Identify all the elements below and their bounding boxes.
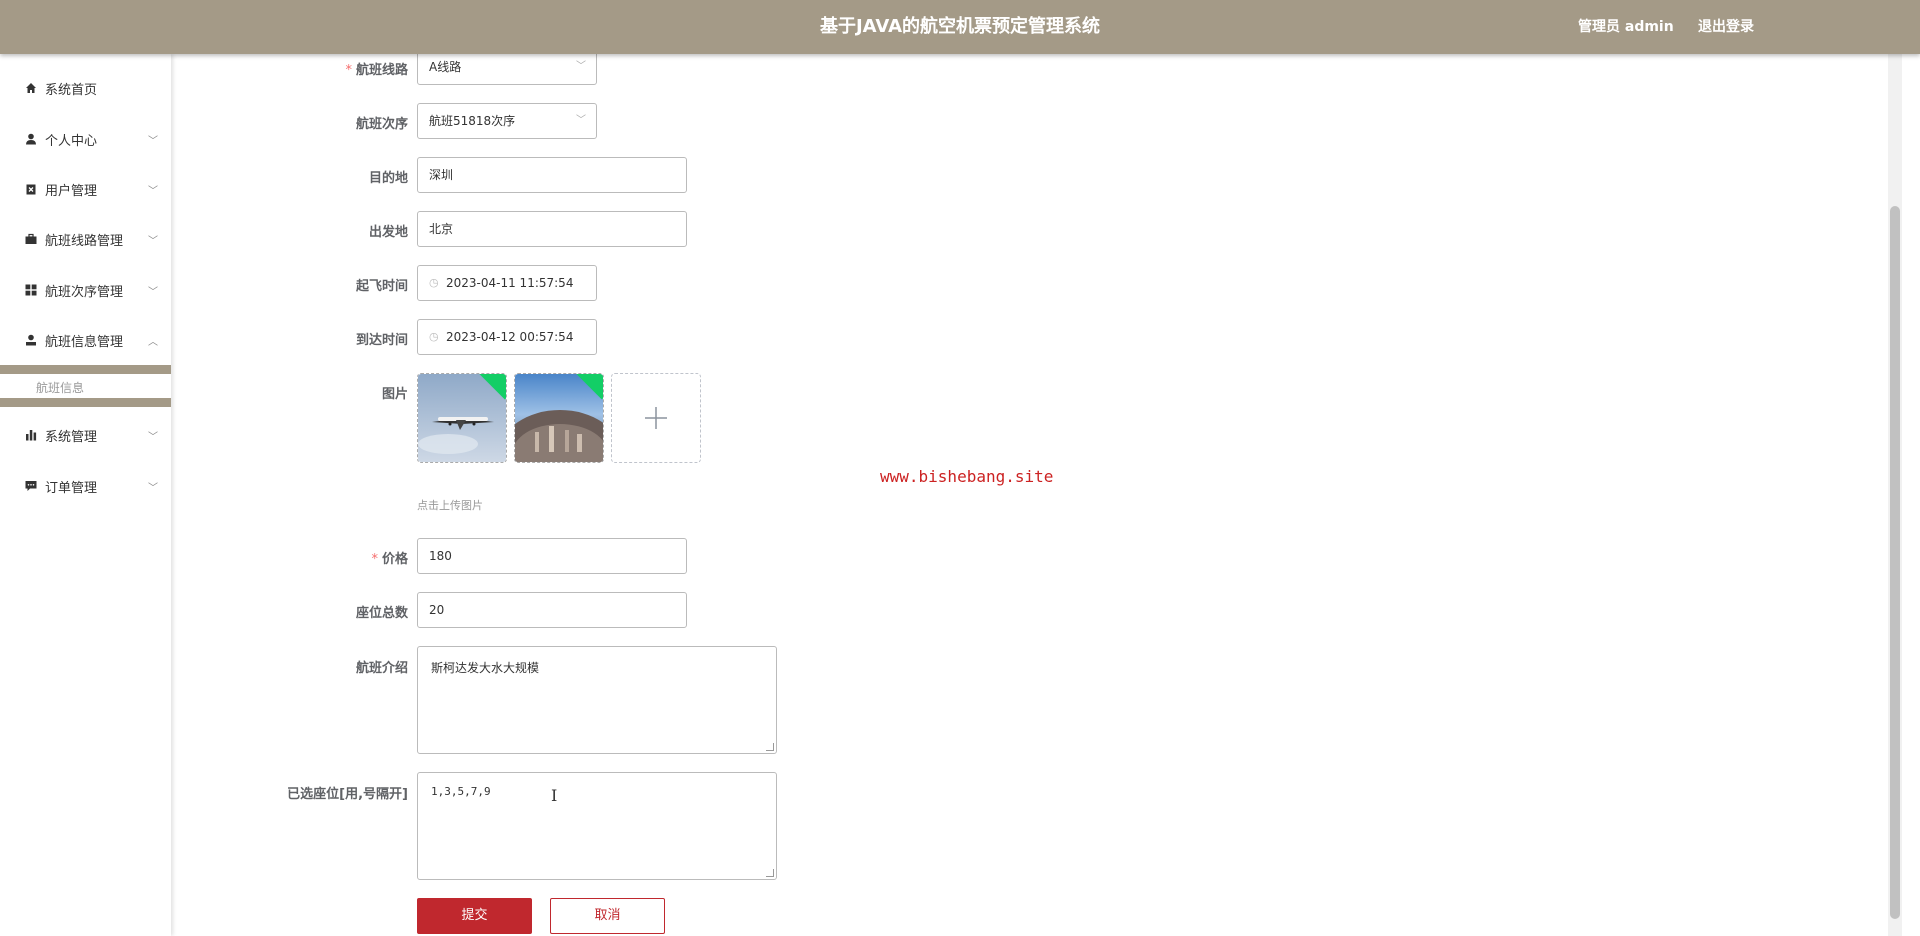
sidebar-item-label: 航班次序管理 bbox=[45, 284, 124, 300]
sidebar-item-routes[interactable]: 航班线路管理 ﹀ bbox=[0, 219, 171, 259]
sidebar: 系统首页 个人中心 ﹀ 用户管理 ﹀ 航班线路管理 ﹀ 航班次序管理 ﹀ 航班信… bbox=[0, 54, 171, 936]
required-mark: * bbox=[371, 552, 378, 567]
selected-seats-label: 已选座位[用,号隔开] bbox=[287, 787, 408, 802]
price-label: * 价格 bbox=[371, 552, 408, 567]
origin-input[interactable]: 北京 bbox=[417, 211, 687, 247]
intro-textarea[interactable]: 斯柯达发大水大规模 bbox=[417, 646, 777, 754]
grid-icon bbox=[25, 284, 37, 296]
scrollbar-thumb[interactable] bbox=[1890, 206, 1900, 919]
sidebar-item-label: 订单管理 bbox=[45, 480, 98, 496]
sidebar-item-label: 系统管理 bbox=[45, 429, 98, 445]
departure-datetime-input[interactable]: ◷ 2023-04-11 11:57:54 bbox=[417, 265, 597, 301]
submenu-divider bbox=[0, 365, 171, 374]
page-scrollbar[interactable] bbox=[1888, 54, 1902, 936]
sequence-label: 航班次序 bbox=[355, 117, 408, 132]
chevron-down-icon: ﹀ bbox=[576, 61, 586, 72]
submenu-item-label: 航班信息 bbox=[36, 381, 85, 395]
seats-label: 座位总数 bbox=[355, 606, 408, 621]
chevron-down-icon: ﹀ bbox=[148, 482, 158, 494]
chevron-down-icon: ﹀ bbox=[148, 135, 158, 147]
intro-value: 斯柯达发大水大规模 bbox=[431, 661, 540, 675]
sidebar-item-personal[interactable]: 个人中心 ﹀ bbox=[0, 119, 171, 159]
selected-seats-textarea[interactable]: 1,3,5,7,9 bbox=[417, 772, 777, 880]
sidebar-item-label: 系统首页 bbox=[45, 82, 98, 98]
plus-icon bbox=[645, 407, 667, 429]
chevron-down-icon: ﹀ bbox=[576, 115, 586, 126]
origin-label: 出发地 bbox=[368, 225, 408, 240]
sidebar-item-label: 航班线路管理 bbox=[45, 233, 124, 249]
price-input[interactable]: 180 bbox=[417, 538, 687, 574]
required-mark: * bbox=[345, 63, 352, 78]
submenu-item-flight-info[interactable]: 航班信息 bbox=[0, 375, 171, 398]
upload-hint: 点击上传图片 bbox=[417, 499, 483, 512]
route-label: * 航班线路 bbox=[345, 63, 408, 78]
departure-label: 起飞时间 bbox=[355, 279, 408, 294]
chevron-up-icon: ︿ bbox=[148, 336, 158, 348]
admin-user-label: 管理员 admin bbox=[1578, 19, 1674, 35]
resize-handle[interactable] bbox=[766, 869, 774, 877]
uploaded-image-city[interactable] bbox=[514, 373, 604, 463]
submenu-divider bbox=[0, 398, 171, 407]
chat-icon bbox=[25, 480, 37, 492]
logout-button[interactable]: 退出登录 bbox=[1698, 0, 1754, 54]
home-icon bbox=[25, 82, 37, 94]
text-cursor-icon: I bbox=[551, 786, 558, 805]
destination-label: 目的地 bbox=[368, 171, 408, 186]
user-info-icon bbox=[25, 334, 37, 346]
arrival-value: 2023-04-12 00:57:54 bbox=[446, 330, 574, 344]
clock-icon: ◷ bbox=[429, 330, 439, 343]
intro-label: 航班介绍 bbox=[355, 661, 408, 676]
briefcase-icon bbox=[25, 233, 37, 245]
uploaded-image-airplane[interactable] bbox=[417, 373, 507, 463]
departure-value: 2023-04-11 11:57:54 bbox=[446, 276, 574, 290]
top-header: 基于JAVA的航空机票预定管理系统 管理员 admin 退出登录 bbox=[0, 0, 1920, 54]
arrival-label: 到达时间 bbox=[355, 333, 408, 348]
chevron-down-icon: ﹀ bbox=[148, 286, 158, 298]
sequence-select[interactable]: 航班51818次序 ﹀ bbox=[417, 103, 597, 139]
sidebar-item-flight-info[interactable]: 航班信息管理 ︿ bbox=[0, 320, 171, 360]
route-select[interactable]: A线路 ﹀ bbox=[417, 49, 597, 85]
chevron-down-icon: ﹀ bbox=[148, 235, 158, 247]
arrival-datetime-input[interactable]: ◷ 2023-04-12 00:57:54 bbox=[417, 319, 597, 355]
destination-input[interactable]: 深圳 bbox=[417, 157, 687, 193]
watermark-url: www.bishebang.site bbox=[880, 467, 1054, 486]
sidebar-item-label: 航班信息管理 bbox=[45, 334, 124, 350]
clock-icon: ◷ bbox=[429, 276, 439, 289]
image-label: 图片 bbox=[381, 387, 408, 402]
bar-chart-icon bbox=[25, 429, 37, 441]
sidebar-item-label: 用户管理 bbox=[45, 183, 98, 199]
selected-seats-value: 1,3,5,7,9 bbox=[431, 785, 491, 798]
seats-input[interactable]: 20 bbox=[417, 592, 687, 628]
chevron-down-icon: ﹀ bbox=[148, 431, 158, 443]
sidebar-item-orders[interactable]: 订单管理 ﹀ bbox=[0, 466, 171, 506]
upload-image-button[interactable] bbox=[611, 373, 701, 463]
route-value: A线路 bbox=[429, 60, 462, 74]
sidebar-item-sequence[interactable]: 航班次序管理 ﹀ bbox=[0, 270, 171, 310]
sequence-value: 航班51818次序 bbox=[429, 114, 516, 128]
submit-button[interactable]: 提交 bbox=[417, 898, 532, 934]
sidebar-item-home[interactable]: 系统首页 bbox=[0, 68, 171, 108]
sidebar-item-system[interactable]: 系统管理 ﹀ bbox=[0, 415, 171, 455]
sidebar-item-users[interactable]: 用户管理 ﹀ bbox=[0, 169, 171, 209]
person-icon bbox=[25, 133, 37, 145]
resize-handle[interactable] bbox=[766, 743, 774, 751]
sidebar-item-label: 个人中心 bbox=[45, 133, 98, 149]
user-manage-icon bbox=[25, 183, 37, 195]
chevron-down-icon: ﹀ bbox=[148, 185, 158, 197]
cancel-button[interactable]: 取消 bbox=[550, 898, 665, 934]
